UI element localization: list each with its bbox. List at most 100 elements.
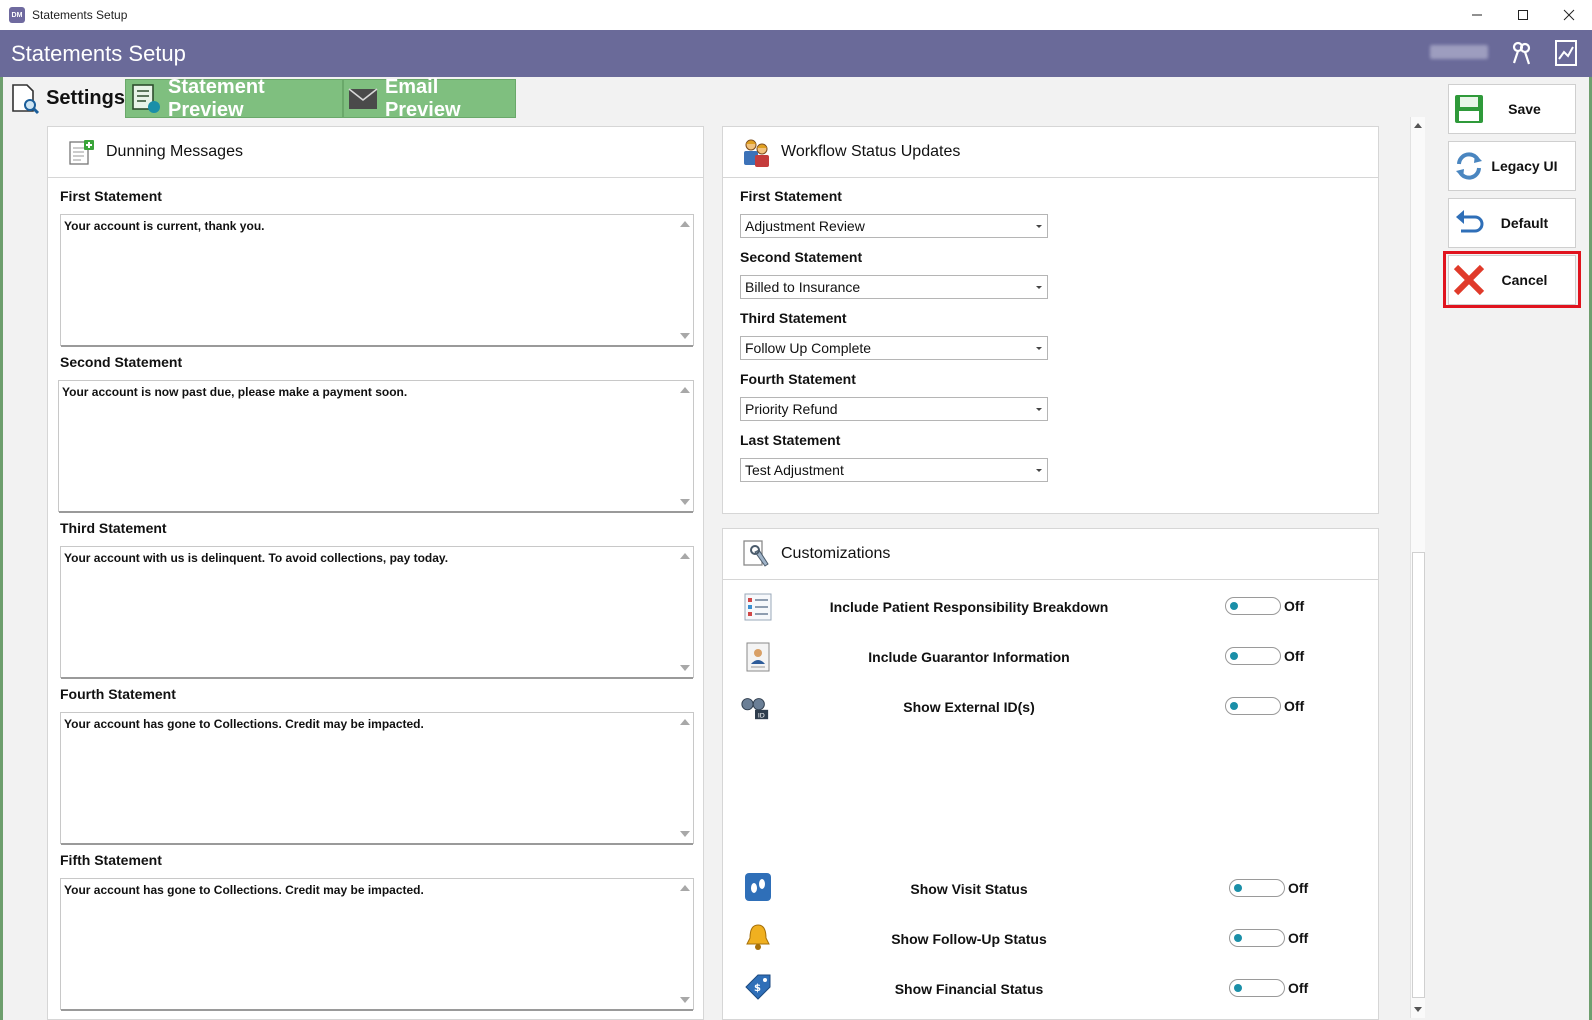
chevron-down-icon <box>1036 408 1042 411</box>
scroll-down-arrow[interactable] <box>1414 1007 1422 1012</box>
show-external-ids-state: Off <box>1284 698 1305 714</box>
legacy-ui-label: Legacy UI <box>1491 158 1558 174</box>
wf-last-statement-value: Test Adjustment <box>745 462 844 478</box>
second-statement-message[interactable]: Your account is now past due, please mak… <box>58 380 694 513</box>
scroll-up-arrow[interactable] <box>1414 123 1422 128</box>
list-icon <box>743 592 773 622</box>
default-label: Default <box>1500 215 1549 231</box>
include-guarantor-state: Off <box>1284 648 1305 664</box>
footprints-icon <box>743 872 773 902</box>
scrollbar-thumb[interactable] <box>1412 552 1425 998</box>
workers-icon <box>740 136 772 168</box>
tab-statement-preview-label: Statement Preview <box>168 75 265 121</box>
wf-third-statement-label: Third Statement <box>740 310 847 326</box>
show-financial-status-state: Off <box>1288 980 1309 996</box>
id-card-icon <box>743 642 773 672</box>
app-icon: DM <box>9 7 25 23</box>
main-scrollbar[interactable] <box>1410 117 1425 1018</box>
tab-settings-label: Settings <box>46 87 125 109</box>
workflow-status-header: Workflow Status Updates <box>723 127 1378 178</box>
first-statement-label: First Statement <box>60 188 162 204</box>
wf-fourth-statement-label: Fourth Statement <box>740 371 856 387</box>
tab-statement-preview[interactable]: Statement Preview <box>125 76 343 121</box>
third-statement-message[interactable]: Your account with us is delinquent. To a… <box>60 546 694 679</box>
include-patient-responsibility-toggle[interactable] <box>1225 597 1281 615</box>
tab-settings[interactable]: Settings <box>5 79 125 118</box>
wf-last-statement-select[interactable]: Test Adjustment <box>740 458 1048 482</box>
first-statement-message[interactable]: Your account is current, thank you. <box>60 214 694 347</box>
report-chart-icon[interactable] <box>1554 39 1582 67</box>
chevron-down-icon <box>1036 286 1042 289</box>
show-external-ids-label: Show External ID(s) <box>903 699 1035 715</box>
include-guarantor-toggle[interactable] <box>1225 647 1281 665</box>
save-disk-icon <box>1452 92 1486 126</box>
tab-email-preview[interactable]: Email Preview <box>343 76 516 121</box>
chevron-down-icon <box>1036 469 1042 472</box>
undo-arrow-icon <box>1452 206 1486 240</box>
cancel-highlight-box <box>1443 251 1581 308</box>
fourth-statement-message[interactable]: Your account has gone to Collections. Cr… <box>60 712 694 845</box>
show-external-ids-toggle[interactable] <box>1225 697 1281 715</box>
settings-doc-search-icon <box>9 83 40 115</box>
show-visit-status-toggle[interactable] <box>1229 879 1285 897</box>
wf-fourth-statement-value: Priority Refund <box>745 401 838 417</box>
window-title-bar: DM Statements Setup <box>0 0 1592 30</box>
tab-email-preview-label: Email Preview <box>384 75 461 121</box>
window-controls <box>1454 0 1592 30</box>
maximize-icon <box>1518 10 1528 20</box>
show-visit-status-label: Show Visit Status <box>910 881 1028 897</box>
wf-fourth-statement-select[interactable]: Priority Refund <box>740 397 1048 421</box>
first-statement-text: Your account is current, thank you. <box>64 219 265 233</box>
message-scrollbar[interactable] <box>676 547 693 677</box>
svg-text:ID: ID <box>758 711 765 719</box>
wf-last-statement-label: Last Statement <box>740 432 841 448</box>
wf-first-statement-label: First Statement <box>740 188 842 204</box>
fifth-statement-label: Fifth Statement <box>60 852 162 868</box>
message-scrollbar[interactable] <box>676 879 693 1009</box>
message-scrollbar[interactable] <box>676 215 693 345</box>
wf-first-statement-select[interactable]: Adjustment Review <box>740 214 1048 238</box>
show-financial-status-label: Show Financial Status <box>894 981 1044 997</box>
third-statement-text: Your account with us is delinquent. To a… <box>64 551 449 565</box>
statement-preview-icon <box>130 83 162 115</box>
close-window-button[interactable] <box>1546 0 1592 30</box>
keys-icon[interactable] <box>1508 39 1536 67</box>
close-icon <box>1563 9 1575 21</box>
save-label: Save <box>1508 101 1541 117</box>
message-scrollbar[interactable] <box>676 713 693 843</box>
include-patient-responsibility-label: Include Patient Responsibility Breakdown <box>829 599 1109 615</box>
dunning-messages-title: Dunning Messages <box>106 143 243 160</box>
price-tag-icon: $ <box>743 972 773 1002</box>
wf-second-statement-value: Billed to Insurance <box>745 279 861 295</box>
wf-third-statement-select[interactable]: Follow Up Complete <box>740 336 1048 360</box>
maximize-button[interactable] <box>1500 0 1546 30</box>
show-follow-up-status-label: Show Follow-Up Status <box>891 931 1047 947</box>
show-follow-up-status-toggle[interactable] <box>1229 929 1285 947</box>
default-button[interactable]: Default <box>1448 198 1576 248</box>
wf-first-statement-value: Adjustment Review <box>745 218 865 234</box>
wf-second-statement-select[interactable]: Billed to Insurance <box>740 275 1048 299</box>
customizations-header: Customizations <box>723 529 1378 580</box>
minimize-icon <box>1472 14 1482 16</box>
wrench-document-icon <box>740 538 772 570</box>
envelope-icon <box>348 83 379 115</box>
show-visit-status-state: Off <box>1288 880 1309 896</box>
save-button[interactable]: Save <box>1448 84 1576 134</box>
second-statement-text: Your account is now past due, please mak… <box>62 385 408 399</box>
fifth-statement-message[interactable]: Your account has gone to Collections. Cr… <box>60 878 694 1011</box>
include-guarantor-label: Include Guarantor Information <box>868 649 1070 665</box>
legacy-ui-button[interactable]: Legacy UI <box>1448 141 1576 191</box>
third-statement-label: Third Statement <box>60 520 167 536</box>
window-title: Statements Setup <box>32 8 128 22</box>
show-financial-status-toggle[interactable] <box>1229 979 1285 997</box>
message-scrollbar[interactable] <box>676 381 693 511</box>
fifth-statement-text: Your account has gone to Collections. Cr… <box>64 883 424 897</box>
minimize-button[interactable] <box>1454 0 1500 30</box>
bell-icon <box>743 922 773 952</box>
wf-third-statement-value: Follow Up Complete <box>745 340 872 356</box>
second-statement-label: Second Statement <box>60 354 183 370</box>
refresh-icon <box>1452 149 1486 183</box>
wf-second-statement-label: Second Statement <box>740 249 863 265</box>
fourth-statement-label: Fourth Statement <box>60 686 176 702</box>
fourth-statement-text: Your account has gone to Collections. Cr… <box>64 717 424 731</box>
